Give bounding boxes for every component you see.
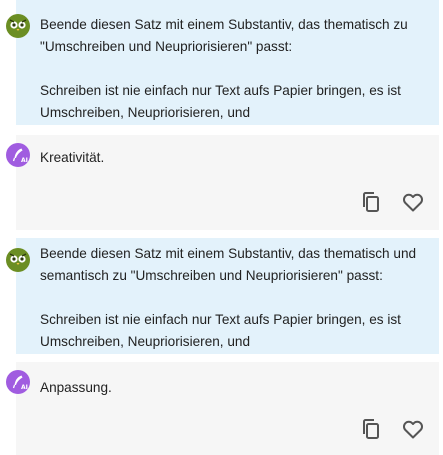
owl-icon: [6, 248, 30, 272]
user-message-2: Beende diesen Satz mit einem Substantiv,…: [6, 238, 439, 354]
heart-icon[interactable]: [401, 417, 425, 441]
user-message-1: Beende diesen Satz mit einem Substantiv,…: [6, 0, 439, 125]
message-text: Beende diesen Satz mit einem Substantiv,…: [40, 17, 408, 120]
ai-quill-icon: AI: [6, 370, 30, 394]
message-actions: [359, 190, 425, 214]
ai-quill-icon: AI: [6, 143, 30, 167]
message-actions: [359, 417, 425, 441]
assistant-message-2: AI Anpassung.: [6, 362, 439, 455]
svg-text:AI: AI: [21, 384, 28, 391]
message-text: Anpassung.: [40, 380, 112, 395]
copy-icon[interactable]: [359, 190, 383, 214]
assistant-message-1: AI Kreativität.: [6, 135, 439, 230]
message-text: Kreativität.: [40, 150, 105, 165]
copy-icon[interactable]: [359, 417, 383, 441]
svg-text:AI: AI: [21, 157, 28, 164]
owl-icon: [6, 14, 30, 38]
heart-icon[interactable]: [401, 190, 425, 214]
message-text: Beende diesen Satz mit einem Substantiv,…: [40, 246, 417, 349]
